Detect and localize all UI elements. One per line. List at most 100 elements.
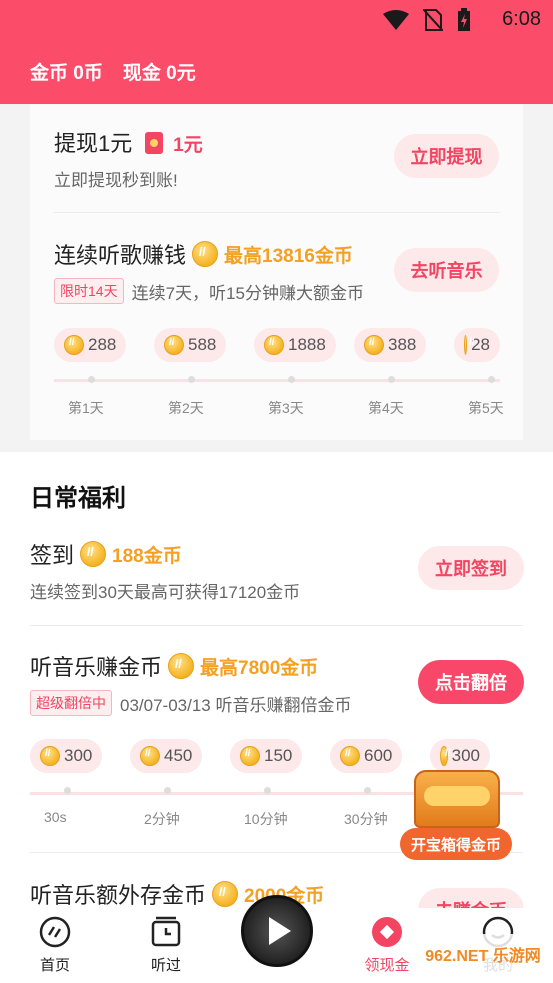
listen-music-button[interactable]: 去听音乐 [394,248,499,292]
reward-chip: 600 [330,739,403,773]
coin-balance: 金币 0币 [30,63,103,84]
streak-title: 连续听歌赚钱 [54,243,187,268]
checkin-desc: 连续签到30天最高可获得17120金币 [30,583,301,602]
tab-cash[interactable]: 领现金 [347,908,427,975]
coin-icon [340,746,360,766]
reward-value: 150 [264,746,293,765]
coin-icon [80,541,107,567]
coin-icon [64,335,84,355]
section-heading: 日常福利 [30,485,126,512]
chest-label: 开宝箱得金币 [400,828,512,860]
music-desc-row: 超级翻倍中 03/07-03/13 听音乐赚翻倍金币 [30,690,351,716]
coin-icon [212,881,239,907]
extra-title: 听音乐额外存金币 [30,883,207,908]
watermark: 962.NET 乐游网 [418,934,548,974]
progress-label: 2分钟 [144,811,180,827]
red-envelope-icon [144,132,163,154]
reward-chip: 588 [154,328,227,362]
progress-dot [88,376,95,383]
battery-charging-icon [458,8,470,31]
progress-label: 第1天 [68,400,104,416]
play-icon [269,917,291,945]
status-bar: 6:08 [0,0,553,38]
music-max: 最高7800金币 [200,657,319,679]
tab-history[interactable]: 听过 [126,908,206,975]
reward-chip: 450 [130,739,203,773]
cash-icon [371,916,403,948]
progress-dot [188,376,195,383]
withdraw-row: 提现1元 1元 [54,126,203,158]
treasure-chest[interactable]: 开宝箱得金币 [400,770,514,862]
reward-chip: 300 [430,739,490,773]
checkin-button[interactable]: 立即签到 [418,546,524,590]
coin-icon [192,241,219,267]
task-card: 提现1元 1元 立即提现秒到账! 立即提现 连续听歌赚钱 最高13816金币 限… [30,104,523,440]
streak-desc: 连续7天，听15分钟赚大额金币 [131,283,364,303]
music-title: 听音乐赚金币 [30,655,163,680]
progress-label: 第3天 [268,400,304,416]
checkin-row: 签到 188金币 [30,538,182,570]
streak-row: 连续听歌赚钱 最高13816金币 [54,238,353,270]
progress-label: 第2天 [168,400,204,416]
progress-dot [288,376,295,383]
tab-label: 首页 [39,957,70,974]
no-sim-icon [423,9,443,31]
tab-home[interactable]: 首页 [15,908,95,975]
coin-icon [240,746,260,766]
chest-icon [414,770,500,828]
status-time: 6:08 [502,8,541,30]
music-row: 听音乐赚金币 最高7800金币 [30,650,318,682]
reward-value: 300 [451,746,480,765]
reward-value: 600 [364,746,393,765]
checkin-title: 签到 [30,543,75,568]
reward-value: 288 [88,335,117,354]
coin-icon [264,335,284,355]
music-desc: 03/07-03/13 听音乐赚翻倍金币 [120,695,352,715]
double-button[interactable]: 点击翻倍 [418,660,524,704]
divider [54,212,500,213]
progress-dot [164,787,171,794]
progress-dot [364,787,371,794]
header: 金币 0币 现金 0元 [0,38,553,104]
wifi-icon [383,10,409,30]
status-icons [383,8,471,32]
progress-dot [64,787,71,794]
progress-label: 30s [44,809,67,825]
home-icon [39,916,71,948]
progress-label: 第4天 [368,400,404,416]
streak-track [54,379,500,382]
reward-chip: 1888 [254,328,336,362]
divider [30,625,523,626]
reward-value: 588 [188,335,217,354]
progress-label: 第5天 [468,400,504,416]
history-icon [150,916,182,948]
coin-icon [40,746,60,766]
reward-chip: 150 [230,739,303,773]
withdraw-title: 提现1元 [54,131,133,156]
progress-dot [264,787,271,794]
progress-dot [488,376,495,383]
tab-label: 听过 [150,957,181,974]
reward-chip: 288 [54,328,127,362]
coin-icon [168,653,195,679]
progress-dot [388,376,395,383]
streak-desc-row: 限时14天 连续7天，听15分钟赚大额金币 [54,278,364,304]
reward-value: 300 [64,746,93,765]
double-tag: 超级翻倍中 [30,690,112,716]
withdraw-button[interactable]: 立即提现 [394,134,499,178]
reward-chip: 28 [454,328,500,362]
reward-chip: 300 [30,739,103,773]
progress-label: 10分钟 [244,811,288,827]
cash-balance: 现金 0元 [122,63,196,84]
withdraw-amount: 1元 [173,135,203,156]
limited-tag: 限时14天 [54,278,124,304]
reward-value: 1888 [288,335,326,354]
music-player-button[interactable] [241,895,313,967]
reward-value: 450 [164,746,193,765]
reward-value: 388 [388,335,417,354]
reward-chip: 388 [354,328,427,362]
withdraw-desc: 立即提现秒到账! [54,171,178,190]
streak-max: 最高13816金币 [224,245,353,267]
coin-icon [364,335,384,355]
tab-label: 领现金 [364,957,410,974]
